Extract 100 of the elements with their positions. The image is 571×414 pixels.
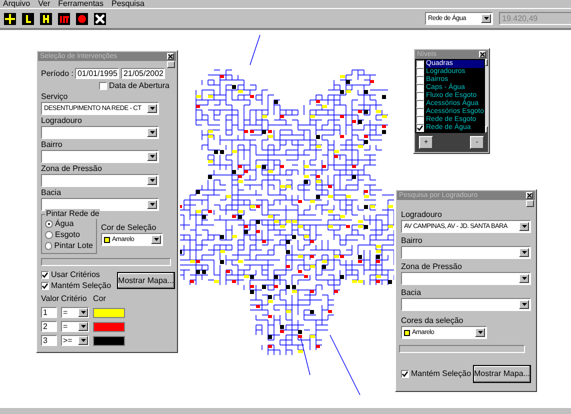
value-field[interactable]: 3: [41, 335, 57, 346]
dropdown-arrow-button[interactable]: [147, 152, 157, 161]
column-header: Critério: [61, 294, 88, 304]
field-label: Bacia: [41, 188, 62, 198]
dropdown-arrow-button[interactable]: [519, 274, 529, 283]
color-swatch[interactable]: [93, 336, 125, 346]
dropdown-field[interactable]: [41, 126, 159, 139]
checkbox[interactable]: [416, 108, 424, 116]
end-date-field[interactable]: 21/05/2002: [121, 68, 166, 79]
start-date-field[interactable]: 01/01/1995: [75, 68, 120, 79]
checkbox[interactable]: [41, 282, 49, 290]
caret-icon: [150, 179, 154, 182]
criteria-dropdown[interactable]: =: [61, 321, 89, 332]
checkbox[interactable]: [416, 92, 424, 100]
scrollbar[interactable]: [484, 59, 488, 133]
dropdown-arrow-button[interactable]: [475, 328, 485, 337]
dropdown-arrow-button[interactable]: [519, 248, 529, 257]
field-label: Logradouro: [401, 210, 443, 220]
scroll-down-button[interactable]: [484, 126, 488, 133]
minimize-button[interactable]: [167, 61, 175, 68]
caret-icon: [522, 225, 526, 228]
combo-value: =: [63, 308, 69, 317]
dropdown-field[interactable]: [41, 150, 159, 163]
field-label: Bairro: [401, 236, 424, 246]
radio-button[interactable]: [45, 231, 53, 239]
column-header: Cor: [93, 294, 107, 304]
value-field[interactable]: 1: [41, 307, 57, 318]
dropdown-field[interactable]: [401, 298, 531, 311]
dropdown-arrow-button[interactable]: [519, 222, 529, 231]
menu-item[interactable]: Ferramentas: [58, 0, 104, 8]
caret-icon: [80, 325, 86, 328]
dropdown-field[interactable]: [41, 198, 159, 211]
dropdown-arrow-button[interactable]: [519, 300, 529, 309]
dropdown-arrow-button[interactable]: [147, 128, 157, 137]
dropdown-field[interactable]: [41, 174, 159, 187]
field-label: Logradouro: [41, 116, 83, 126]
combo-value: =: [63, 322, 69, 331]
radio-label: Pintar Lote: [54, 241, 93, 251]
checkbox[interactable]: [416, 76, 424, 84]
column-header: Valor: [41, 294, 57, 304]
checkbox-label: Mantém Seleção: [51, 281, 112, 291]
caret-icon: [80, 339, 86, 342]
checkbox[interactable]: [416, 124, 424, 132]
dropdown-arrow-button[interactable]: [151, 235, 161, 244]
checkbox[interactable]: [416, 60, 424, 68]
dropdown-arrow-button[interactable]: [147, 176, 157, 185]
radio-button[interactable]: [45, 220, 53, 228]
checkbox-label: Mantém Seleção: [411, 369, 472, 379]
h-shape-icon[interactable]: [40, 12, 52, 24]
checkbox[interactable]: [416, 100, 424, 108]
radio-button[interactable]: [45, 242, 52, 250]
checkbox[interactable]: [99, 82, 107, 90]
color-label: Cor de Seleção: [101, 223, 158, 233]
checkbox[interactable]: [416, 68, 424, 76]
menu-item[interactable]: Pesquisa: [112, 0, 144, 8]
dropdown-arrow-button[interactable]: [147, 200, 157, 209]
minimize-button[interactable]: [526, 200, 534, 207]
caret-icon: [522, 277, 526, 280]
l-shape-icon[interactable]: [22, 12, 34, 24]
checkbox[interactable]: [416, 84, 424, 92]
menu-item[interactable]: Ver: [38, 0, 50, 8]
caret-icon: [150, 155, 154, 158]
close-icon: [168, 54, 173, 59]
color-swatch[interactable]: [93, 308, 125, 318]
show-map-button[interactable]: Mostrar Mapa...: [473, 365, 531, 383]
scroll-up-button[interactable]: [484, 59, 488, 66]
radio-label: Água: [55, 219, 74, 229]
bars-icon[interactable]: [58, 12, 70, 24]
dropdown-field[interactable]: [401, 246, 531, 259]
close-button[interactable]: [167, 53, 174, 60]
check-icon: [402, 371, 408, 377]
value-field[interactable]: 2: [41, 321, 57, 332]
criteria-dropdown[interactable]: >=: [61, 335, 89, 346]
show-map-button[interactable]: Mostrar Mapa...: [117, 272, 176, 289]
criteria-dropdown[interactable]: =: [61, 307, 89, 318]
dropdown-arrow-button[interactable]: [78, 336, 88, 345]
record-icon[interactable]: [76, 12, 88, 24]
dropdown-field[interactable]: [401, 272, 531, 285]
caret-icon: [522, 303, 526, 306]
x-mark-icon[interactable]: [94, 12, 106, 24]
checkbox-label: Usar Critérios: [51, 270, 100, 280]
period-label: Período :: [41, 68, 74, 78]
caret-icon: [478, 331, 482, 334]
checkbox[interactable]: [41, 271, 49, 279]
field-label: Zona de Pressão: [401, 262, 463, 272]
dropdown-arrow-button[interactable]: [481, 14, 491, 23]
dropdown-arrow-button[interactable]: [147, 104, 157, 113]
caret-icon: [80, 311, 86, 314]
menu-item[interactable]: Arquivo: [3, 0, 30, 8]
checkbox[interactable]: [416, 116, 424, 124]
close-button[interactable]: [526, 192, 533, 199]
crosshair-icon[interactable]: [4, 12, 16, 24]
radio-label: Esgoto: [55, 230, 80, 240]
close-icon: [480, 52, 485, 57]
close-button[interactable]: [479, 51, 486, 58]
dropdown-arrow-button[interactable]: [78, 308, 88, 317]
dropdown-arrow-button[interactable]: [78, 322, 88, 331]
coordinate-value: 19.420,49: [502, 12, 538, 24]
checkbox[interactable]: [401, 370, 409, 378]
color-swatch[interactable]: [93, 322, 125, 332]
